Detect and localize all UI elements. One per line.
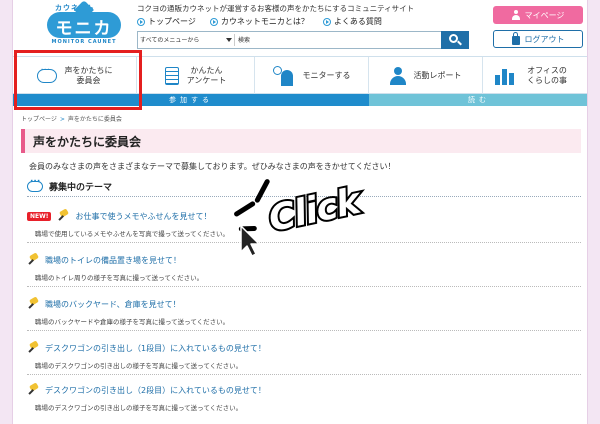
theme-link[interactable]: デスクワゴンの引き出し（1段目）に入れているもの見せて！ [45, 343, 266, 354]
chevron-down-icon[interactable] [226, 38, 232, 42]
search-bar: すべてのメニューから 検索 [137, 31, 469, 49]
logo-main-text: モニカ [55, 19, 113, 39]
pushpin-icon [27, 254, 39, 266]
search-category-select[interactable]: すべてのメニューから [140, 35, 230, 44]
nav-label: かんたん [190, 66, 223, 75]
top-links: トップページ カウネットモニカとは？ よくある質問 [137, 16, 382, 27]
lock-icon [511, 32, 520, 45]
pushpin-icon [57, 210, 69, 222]
pushpin-icon [27, 384, 39, 396]
site-tagline: コクヨの通販カウネットが運営するお客様の声をかたちにするコミュニティサイト [137, 4, 415, 13]
browser-page: カウネット モニカ MONITOR CAUNET コクヨの通販カウネットが運営す… [12, 0, 588, 424]
logout-label: ログアウト [524, 34, 565, 44]
nav-band-read: 読む [369, 94, 587, 106]
breadcrumb: トップページ > 声をかたちに委員会 [21, 114, 122, 123]
page-intro: 会員のみなさまの声をさまざまなテーマで募集しております。ぜひみなさまの声をきかせ… [29, 162, 396, 171]
theme-item: デスクワゴンの引き出し（1段目）に入れているもの見せて！ 職場のデスクワゴンの引… [27, 342, 583, 382]
search-input[interactable]: 検索 [238, 35, 250, 44]
pushpin-icon [27, 298, 39, 310]
nav-label: アンケート [186, 76, 227, 85]
top-link-about[interactable]: カウネットモニカとは？ [209, 16, 309, 27]
theme-item: 職場のトイレの備品置き場を見せて！ 職場のトイレ周りの様子を写真に撮って送ってく… [27, 254, 583, 294]
nav-item-office-life[interactable]: オフィスの くらしの事 [483, 57, 587, 95]
logout-button[interactable]: ログアウト [493, 30, 583, 48]
nav-label: 活動レポート [413, 71, 462, 80]
theme-description: 職場のバックヤードや倉庫の様子を写真に撮って送ってください。 [35, 318, 230, 326]
theme-link[interactable]: デスクワゴンの引き出し（2段目）に入れているもの見せて！ [45, 385, 266, 396]
theme-description: 職場のトイレ周りの様子を写真に撮って送ってください。 [35, 274, 204, 282]
search-button[interactable] [441, 31, 469, 49]
mypage-label: マイページ [524, 10, 565, 20]
page-title-bar: 声をかたちに委員会 [21, 129, 581, 153]
nav-label: モニターする [302, 71, 351, 80]
nav-item-report[interactable]: 活動レポート [369, 57, 483, 95]
circle-arrow-icon [137, 17, 145, 26]
nav-label: くらしの事 [527, 76, 567, 85]
highlight-box [14, 50, 142, 110]
section-heading: 募集中のテーマ [27, 177, 113, 193]
mouse-cursor-icon [240, 225, 260, 257]
theme-item: デスクワゴンの引き出し（2段目）に入れているもの見せて！ 職場のデスクワゴンの引… [27, 384, 583, 424]
click-annotation-text: Click [263, 179, 365, 242]
theme-link[interactable]: お仕事で使うメモやふせんを見せて！ [75, 211, 211, 222]
theme-description: 職場で使用しているメモやふせんを写真で撮って送ってください。 [35, 230, 229, 238]
new-badge: NEW! [27, 211, 52, 221]
nav-item-monitor[interactable]: モニターする [255, 57, 369, 95]
survey-list-icon [164, 67, 179, 85]
logo-sub-text: MONITOR CAUNET [51, 39, 117, 45]
mypage-button[interactable]: マイページ [493, 6, 583, 24]
theme-item: 職場のバックヤード、倉庫を見せて！ 職場のバックヤードや倉庫の様子を写真に撮って… [27, 298, 583, 338]
top-link-faq[interactable]: よくある質問 [322, 16, 382, 27]
person-icon [511, 10, 520, 20]
section-heading-text: 募集中のテーマ [49, 183, 113, 193]
top-link-home[interactable]: トップページ [137, 16, 196, 27]
site-logo[interactable]: カウネット モニカ MONITOR CAUNET [41, 3, 127, 47]
office-bars-icon [495, 67, 519, 85]
circle-arrow-icon [322, 17, 331, 26]
theme-link[interactable]: 職場のバックヤード、倉庫を見せて！ [45, 299, 181, 310]
theme-description: 職場のデスクワゴンの引き出しの様子を写真に撮って送ってください。 [35, 404, 243, 412]
site-header: カウネット モニカ MONITOR CAUNET コクヨの通販カウネットが運営す… [13, 0, 587, 50]
page-title: 声をかたちに委員会 [33, 135, 142, 149]
breadcrumb-home[interactable]: トップページ [21, 116, 57, 123]
theme-link[interactable]: 職場のトイレの備品置き場を見せて！ [45, 255, 181, 266]
nav-item-survey[interactable]: かんたん アンケート [137, 57, 255, 95]
breadcrumb-current: 声をかたちに委員会 [67, 116, 122, 123]
monitor-person-icon [272, 66, 295, 86]
circle-arrow-icon [209, 17, 218, 26]
theme-description: 職場のデスクワゴンの引き出しの様子を写真に撮って送ってください。 [35, 362, 243, 370]
chat-bubble-icon [27, 177, 43, 192]
nav-label: オフィスの [527, 66, 567, 75]
report-person-icon [389, 67, 406, 85]
breadcrumb-separator: > [59, 116, 65, 123]
pushpin-icon [27, 342, 39, 354]
